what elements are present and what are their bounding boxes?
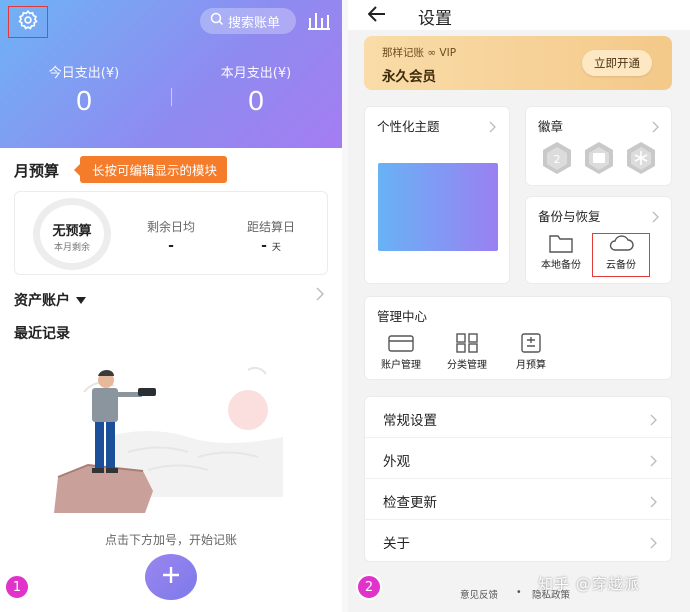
month-expense-value: 0: [248, 85, 264, 116]
grid-icon: [456, 333, 478, 356]
vip-subtitle: 那样记账 ∞ VIP: [382, 47, 457, 59]
theme-preview[interactable]: [378, 163, 498, 251]
list-item-check-update[interactable]: 检查更新: [365, 479, 671, 520]
vip-title: 永久会员: [382, 69, 436, 85]
cloud-backup-label: 云备份: [606, 260, 636, 271]
chevron-right-icon: [650, 493, 657, 512]
management-title: 管理中心: [377, 309, 428, 324]
today-expense-value: 0: [76, 85, 92, 116]
list-item-about[interactable]: 关于: [365, 520, 671, 561]
days-unit: 天: [271, 243, 281, 253]
badges-card[interactable]: 徽章 2: [525, 106, 672, 186]
feedback-link[interactable]: 意见反馈: [460, 587, 498, 601]
chart-bars-icon[interactable]: [307, 10, 331, 34]
plus-icon: [161, 565, 181, 589]
list-item-appearance[interactable]: 外观: [365, 438, 671, 479]
category-management-label: 分类管理: [447, 360, 487, 371]
budget-card[interactable]: 无预算 本月剩余 剩余日均 - 距结算日 - 天: [14, 191, 328, 275]
home-screen: 搜索账单 今日支出(¥) 0 本月支出(¥) 0 月预算 长按可编辑显示的模块 …: [0, 0, 342, 612]
today-expense-label: 今日支出(¥): [48, 66, 120, 81]
gear-icon: [17, 9, 39, 35]
step-badge-2: 2: [356, 574, 382, 600]
budget-ring: 无预算 本月剩余: [33, 198, 111, 270]
local-backup-label: 本地备份: [541, 260, 581, 271]
search-bills-button[interactable]: 搜索账单: [200, 8, 296, 34]
chevron-right-icon: [652, 208, 659, 227]
ring-main-text: 无预算: [52, 224, 92, 239]
page-title: 设置: [418, 9, 452, 29]
chevron-right-icon[interactable]: [316, 286, 324, 305]
search-label: 搜索账单: [228, 15, 281, 31]
watermark: 知乎 @穿越派: [538, 575, 640, 593]
vip-banner[interactable]: 那样记账 ∞ VIP 永久会员 立即开通: [364, 36, 672, 90]
days-to-settlement-value: -: [261, 238, 267, 254]
chevron-right-icon: [650, 411, 657, 430]
svg-text:2: 2: [554, 153, 561, 166]
backup-card: 备份与恢复 本地备份 云备份: [525, 196, 672, 284]
badges-title: 徽章: [538, 119, 564, 134]
monthly-budget-button[interactable]: 月预算: [501, 333, 561, 371]
category-management-button[interactable]: 分类管理: [437, 333, 497, 371]
settings-button[interactable]: [8, 6, 48, 38]
list-item-label: 常规设置: [383, 413, 437, 429]
settings-list: 常规设置 外观 检查更新 关于: [364, 396, 672, 562]
days-to-settlement-label: 距结算日: [246, 220, 295, 234]
footer-separator: •: [516, 587, 522, 598]
daily-remaining-value: -: [168, 238, 174, 254]
empty-hint: 点击下方加号，开始记账: [104, 533, 237, 547]
assets-label: 资产账户: [14, 293, 70, 309]
medal-icon: 2: [540, 141, 574, 179]
list-item-general[interactable]: 常规设置: [365, 397, 671, 438]
daily-remaining: 剩余日均 -: [131, 218, 211, 254]
stat-divider: [171, 88, 172, 106]
settings-screen: 设置 那样记账 ∞ VIP 永久会员 立即开通 个性化主题 徽章 2 备份与恢复: [348, 0, 690, 612]
chevron-right-icon: [650, 452, 657, 471]
edit-modules-tooltip: 长按可编辑显示的模块: [73, 156, 228, 183]
medal-icon: [582, 141, 616, 179]
month-expense-label: 本月支出(¥): [220, 66, 292, 81]
add-record-button[interactable]: [145, 554, 197, 600]
list-item-label: 外观: [383, 454, 410, 470]
back-arrow-icon[interactable]: [367, 6, 386, 26]
empty-state-illustration: [48, 352, 288, 526]
backup-title: 备份与恢复: [538, 209, 601, 224]
today-expense: 今日支出(¥) 0: [14, 62, 154, 117]
month-expense: 本月支出(¥) 0: [186, 62, 326, 117]
theme-card[interactable]: 个性化主题: [364, 106, 510, 284]
caret-down-icon: [76, 292, 86, 308]
medal-icon: [624, 141, 658, 179]
cloud-icon: [608, 235, 634, 256]
chevron-right-icon: [489, 118, 496, 137]
budget-icon: [520, 333, 542, 356]
monthly-budget-label: 月预算: [516, 360, 546, 371]
management-center-card: 管理中心 账户管理 分类管理 月预算: [364, 296, 672, 380]
budget-section-title: 月预算: [14, 162, 60, 180]
step-badge-1: 1: [4, 574, 30, 600]
cloud-backup-button[interactable]: 云备份: [594, 233, 648, 271]
days-to-settlement: 距结算日 - 天: [231, 218, 311, 254]
list-item-label: 检查更新: [383, 495, 437, 511]
card-icon: [388, 335, 414, 356]
daily-remaining-label: 剩余日均: [146, 220, 195, 234]
theme-title: 个性化主题: [377, 119, 440, 134]
folder-icon: [549, 235, 573, 256]
header-summary: 搜索账单 今日支出(¥) 0 本月支出(¥) 0: [0, 0, 342, 148]
ring-sub-text: 本月剩余: [53, 243, 90, 253]
local-backup-button[interactable]: 本地备份: [536, 233, 586, 271]
chevron-right-icon: [650, 534, 657, 553]
account-management-button[interactable]: 账户管理: [371, 333, 431, 371]
assets-accounts-header[interactable]: 资产账户: [14, 290, 86, 310]
search-icon: [210, 12, 228, 30]
chevron-right-icon: [652, 118, 659, 137]
list-item-label: 关于: [383, 536, 410, 552]
vip-activate-button[interactable]: 立即开通: [582, 50, 652, 76]
recent-records-title: 最近记录: [14, 326, 70, 342]
account-management-label: 账户管理: [381, 360, 421, 371]
settings-topbar: 设置: [348, 0, 690, 30]
